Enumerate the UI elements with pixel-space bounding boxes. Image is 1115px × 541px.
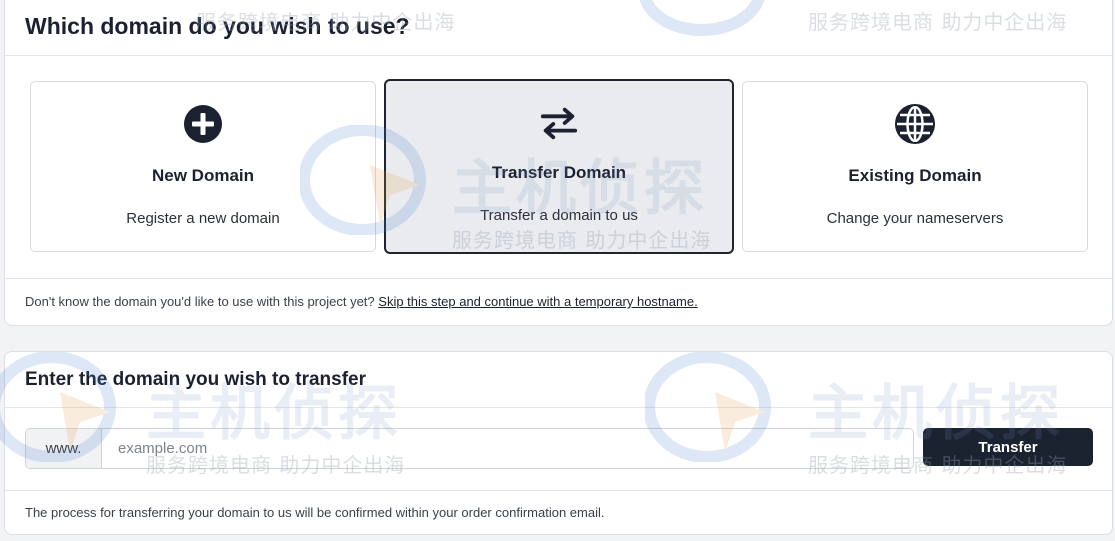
arrows-exchange-icon bbox=[539, 103, 579, 143]
globe-icon bbox=[895, 104, 935, 144]
option-title: Transfer Domain bbox=[491, 163, 627, 182]
divider bbox=[5, 490, 1112, 491]
option-existing-domain[interactable]: Existing Domain Change your nameservers bbox=[742, 81, 1088, 252]
hint-text: Don't know the domain you'd like to use … bbox=[25, 294, 375, 309]
option-title: Existing Domain bbox=[848, 166, 982, 185]
transfer-note: The process for transferring your domain… bbox=[25, 505, 605, 520]
option-new-domain[interactable]: New Domain Register a new domain bbox=[30, 81, 376, 252]
option-description: Register a new domain bbox=[126, 210, 280, 227]
transfer-button[interactable]: Transfer bbox=[923, 428, 1093, 466]
domain-input-group: www. bbox=[25, 428, 914, 469]
option-title: New Domain bbox=[151, 166, 255, 185]
domain-selection-panel: Which domain do you wish to use? New Dom… bbox=[4, 0, 1113, 326]
hint-line: Don't know the domain you'd like to use … bbox=[25, 294, 698, 309]
domain-selection-heading: Which domain do you wish to use? bbox=[25, 13, 410, 39]
www-prefix: www. bbox=[26, 429, 102, 468]
transfer-heading: Enter the domain you wish to transfer bbox=[25, 369, 366, 390]
option-description: Change your nameservers bbox=[826, 210, 1004, 227]
plus-circle-icon bbox=[183, 104, 223, 144]
divider bbox=[5, 55, 1112, 56]
domain-input[interactable] bbox=[102, 429, 913, 468]
option-description: Transfer a domain to us bbox=[480, 207, 638, 224]
divider bbox=[5, 407, 1112, 408]
option-transfer-domain[interactable]: Transfer Domain Transfer a domain to us bbox=[384, 79, 734, 254]
skip-step-link[interactable]: Skip this step and continue with a tempo… bbox=[378, 294, 697, 309]
divider bbox=[5, 278, 1112, 279]
transfer-domain-panel: Enter the domain you wish to transfer ww… bbox=[4, 351, 1113, 535]
